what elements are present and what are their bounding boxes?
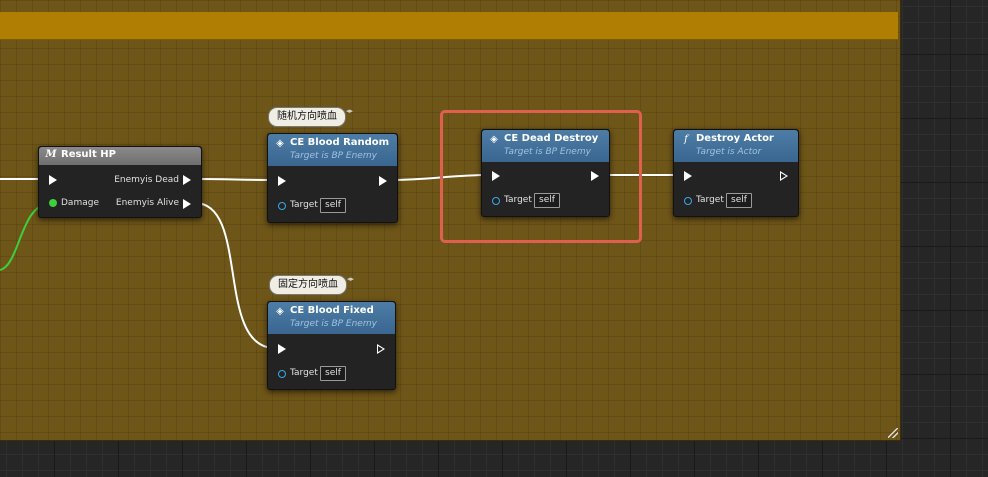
exec-out-pin-unconnected[interactable]	[377, 344, 385, 354]
node-title: CE Dead Destroy	[504, 133, 599, 144]
exec-in-pin[interactable]	[492, 171, 500, 181]
target-self-field[interactable]: self	[320, 198, 346, 213]
node-title: Result HP	[61, 149, 116, 160]
target-object-pin[interactable]	[278, 202, 286, 210]
bubble-pin-icon[interactable]: ◂▸	[346, 108, 353, 120]
target-object-pin[interactable]	[684, 197, 692, 205]
result-hp-node[interactable]: M Result HP Enemyis Dead Damage Enemyis …	[38, 146, 202, 218]
exec-wire-dead-to-blood-random[interactable]	[194, 178, 276, 181]
node-subtitle: Target is Actor	[696, 147, 762, 157]
exec-in-pin[interactable]	[684, 171, 692, 181]
exec-in-pin[interactable]	[49, 175, 57, 185]
target-pin-label: Target	[290, 368, 318, 378]
node-title: CE Blood Fixed	[290, 305, 374, 316]
target-pin-label: Target	[696, 195, 724, 205]
exec-in-pin[interactable]	[278, 344, 286, 354]
target-self-field[interactable]: self	[726, 193, 752, 208]
node-subtitle: Target is BP Enemy	[504, 147, 591, 157]
event-function-icon: ◈	[276, 306, 284, 317]
macro-icon: M	[45, 149, 57, 160]
event-function-icon: ◈	[490, 134, 498, 145]
enemy-dead-pin-label: Enemyis Dead	[114, 175, 179, 185]
target-self-field[interactable]: self	[320, 366, 346, 381]
ce-dead-destroy-node[interactable]: ◈ CE Dead Destroy Target is BP Enemy Tar…	[481, 129, 610, 217]
node-subtitle: Target is BP Enemy	[290, 319, 377, 329]
enemy-alive-exec-out-pin[interactable]	[183, 199, 191, 209]
ce-blood-random-node[interactable]: ◈ CE Blood Random Target is BP Enemy Tar…	[267, 133, 398, 223]
bubble-pin-icon[interactable]: ◂▸	[347, 276, 354, 288]
exec-out-pin[interactable]	[379, 176, 387, 186]
blueprint-graph-canvas[interactable]: M Result HP Enemyis Dead Damage Enemyis …	[0, 0, 988, 477]
target-object-pin[interactable]	[492, 197, 500, 205]
exec-in-pin[interactable]	[278, 176, 286, 186]
ce-blood-random-header[interactable]: ◈ CE Blood Random Target is BP Enemy	[268, 134, 397, 166]
ce-dead-destroy-header[interactable]: ◈ CE Dead Destroy Target is BP Enemy	[482, 130, 609, 162]
exec-wire-alive-to-blood-fixed[interactable]	[194, 202, 276, 349]
enemy-alive-pin-label: Enemyis Alive	[115, 198, 179, 208]
exec-out-pin[interactable]	[591, 171, 599, 181]
target-object-pin[interactable]	[278, 370, 286, 378]
function-icon: f	[684, 134, 688, 145]
destroy-actor-node[interactable]: f Destroy Actor Target is Actor Target s…	[673, 129, 799, 217]
comment-bubble-blood-random[interactable]: 随机方向喷血	[268, 107, 346, 127]
damage-input-pin[interactable]	[49, 199, 57, 207]
event-function-icon: ◈	[276, 138, 284, 149]
target-pin-label: Target	[504, 195, 532, 205]
comment-bubble-blood-fixed[interactable]: 固定方向喷血	[269, 275, 347, 295]
exec-out-pin-unconnected[interactable]	[780, 171, 788, 181]
node-title: CE Blood Random	[290, 137, 390, 148]
target-pin-label: Target	[290, 200, 318, 210]
node-subtitle: Target is BP Enemy	[290, 151, 377, 161]
target-self-field[interactable]: self	[534, 193, 560, 208]
damage-pin-label: Damage	[61, 198, 99, 208]
node-title: Destroy Actor	[696, 133, 774, 144]
ce-blood-fixed-node[interactable]: ◈ CE Blood Fixed Target is BP Enemy Targ…	[267, 301, 396, 390]
result-hp-header[interactable]: M Result HP	[39, 147, 201, 165]
ce-blood-fixed-header[interactable]: ◈ CE Blood Fixed Target is BP Enemy	[268, 302, 395, 334]
enemy-dead-exec-out-pin[interactable]	[183, 175, 191, 185]
destroy-actor-header[interactable]: f Destroy Actor Target is Actor	[674, 130, 798, 162]
